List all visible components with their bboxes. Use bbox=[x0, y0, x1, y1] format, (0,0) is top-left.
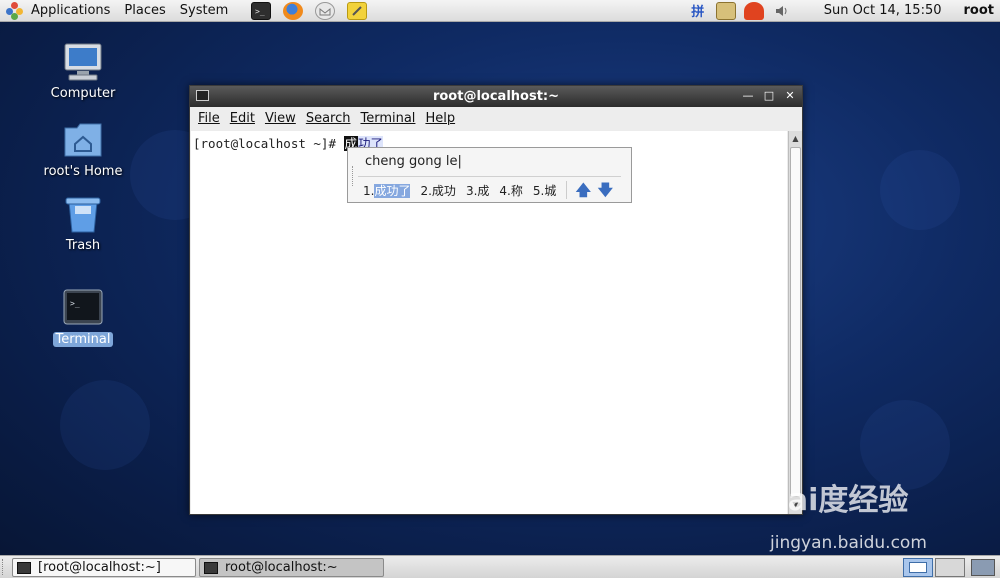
menu-edit[interactable]: Edit bbox=[225, 111, 260, 126]
candidate-number: 1. bbox=[363, 183, 375, 198]
candidate-number: 5. bbox=[532, 183, 545, 198]
bottom-panel: [root@localhost:~] root@localhost:~ bbox=[0, 555, 1000, 578]
desktop-icon-trash[interactable]: Trash bbox=[33, 194, 133, 253]
ime-candidate-popup: cheng gong le| 1.成功了 2.成功 3.成 4.称 5.城 🡅 … bbox=[347, 147, 632, 203]
desktop-icon-label: root's Home bbox=[43, 164, 123, 179]
candidate-word: 成功 bbox=[431, 183, 456, 198]
ime-candidate[interactable]: 2.成功 bbox=[420, 182, 455, 199]
bg-bubble bbox=[60, 380, 150, 470]
taskbar-item[interactable]: [root@localhost:~] bbox=[12, 558, 196, 577]
workspace-2[interactable] bbox=[935, 558, 965, 577]
ime-candidate[interactable]: 3.成 bbox=[466, 182, 489, 199]
desktop-icon-label: Trash bbox=[65, 238, 101, 253]
clock[interactable]: Sun Oct 14, 15:50 bbox=[824, 3, 942, 18]
scroll-up-arrow-icon[interactable]: ▲ bbox=[789, 132, 802, 146]
ime-pinyin-input: cheng gong le| bbox=[365, 154, 462, 169]
window-titlebar[interactable]: root@localhost:~ — □ ✕ bbox=[190, 86, 802, 107]
user-menu[interactable]: root bbox=[964, 3, 995, 18]
ime-candidate[interactable]: 1.成功了 bbox=[363, 182, 411, 199]
terminal-menubar: File Edit View Search Terminal Help bbox=[190, 107, 802, 130]
menu-view[interactable]: View bbox=[260, 111, 301, 126]
ime-candidate[interactable]: 4.称 bbox=[499, 182, 522, 199]
trash-icon bbox=[61, 194, 105, 234]
network-icon[interactable] bbox=[715, 1, 736, 20]
taskbar-item-label: root@localhost:~ bbox=[225, 560, 338, 575]
candidate-word: 城 bbox=[544, 183, 557, 198]
minimize-button[interactable]: — bbox=[741, 89, 755, 103]
ime-page-up-icon[interactable]: 🡅 bbox=[575, 182, 591, 198]
places-menu[interactable]: Places bbox=[117, 0, 172, 22]
notes-icon[interactable] bbox=[347, 1, 368, 20]
candidate-word: 成功了 bbox=[374, 183, 411, 198]
terminal-small-icon bbox=[204, 561, 218, 574]
ime-candidate-list: 1.成功了 2.成功 3.成 4.称 5.城 🡅 🡇 bbox=[363, 181, 613, 199]
top-panel: Applications Places System >_ 拼 Sun Oct … bbox=[0, 0, 1000, 22]
candidate-number: 2. bbox=[420, 183, 432, 198]
candidate-word: 成 bbox=[477, 183, 490, 198]
terminal-small-icon bbox=[17, 561, 31, 574]
desktop-icon-computer[interactable]: Computer bbox=[33, 42, 133, 101]
alert-icon[interactable] bbox=[743, 1, 764, 20]
panel-handle bbox=[2, 559, 10, 575]
candidate-number: 4. bbox=[499, 183, 511, 198]
shell-prompt: [root@localhost ~]# bbox=[193, 136, 344, 151]
desktop-icon-terminal[interactable]: >_ Terminal bbox=[33, 288, 133, 347]
desktop-icon-label: Computer bbox=[50, 86, 116, 101]
maximize-button[interactable]: □ bbox=[762, 89, 776, 103]
taskbar-item-label: [root@localhost:~] bbox=[38, 560, 161, 575]
gnome-foot-icon[interactable] bbox=[6, 1, 24, 20]
menu-help[interactable]: Help bbox=[420, 111, 460, 126]
input-method-icon[interactable]: 拼 bbox=[688, 2, 708, 20]
baidu-jingyan-logo: Bai度经验 bbox=[765, 483, 909, 518]
ime-candidate[interactable]: 5.城 bbox=[533, 182, 556, 199]
workspace-1[interactable] bbox=[903, 558, 933, 577]
bg-bubble bbox=[880, 150, 960, 230]
vertical-scrollbar[interactable]: ▲ ▼ bbox=[788, 131, 802, 514]
computer-icon bbox=[61, 42, 105, 82]
scrollbar-thumb[interactable] bbox=[790, 147, 801, 497]
system-menu[interactable]: System bbox=[173, 0, 235, 22]
terminal-launcher-icon[interactable]: >_ bbox=[251, 1, 272, 20]
home-folder-icon bbox=[61, 120, 105, 160]
volume-icon[interactable] bbox=[772, 2, 792, 20]
trash-applet-icon[interactable] bbox=[971, 559, 995, 576]
desktop-icon-home[interactable]: root's Home bbox=[33, 120, 133, 179]
candidate-number: 3. bbox=[465, 183, 478, 198]
menu-file[interactable]: File bbox=[193, 111, 225, 126]
ime-page-down-icon[interactable]: 🡇 bbox=[597, 182, 613, 198]
firefox-icon[interactable] bbox=[283, 1, 304, 20]
window-title: root@localhost:~ bbox=[432, 89, 560, 104]
ime-drag-handle[interactable] bbox=[352, 166, 355, 186]
candidate-word: 称 bbox=[510, 183, 523, 198]
taskbar-item-active[interactable]: root@localhost:~ bbox=[199, 558, 384, 577]
desktop-icon-label: Terminal bbox=[52, 332, 114, 347]
mail-icon[interactable] bbox=[315, 1, 336, 20]
applications-menu[interactable]: Applications bbox=[24, 0, 117, 22]
menu-search[interactable]: Search bbox=[301, 111, 356, 126]
close-button[interactable]: ✕ bbox=[783, 89, 797, 103]
svg-text:>_: >_ bbox=[255, 7, 265, 16]
ime-divider bbox=[358, 176, 621, 177]
watermark-url: jingyan.baidu.com bbox=[770, 533, 927, 553]
ime-separator bbox=[566, 181, 568, 199]
svg-text:>_: >_ bbox=[70, 299, 80, 308]
menu-terminal[interactable]: Terminal bbox=[355, 111, 420, 126]
terminal-icon: >_ bbox=[61, 288, 105, 328]
